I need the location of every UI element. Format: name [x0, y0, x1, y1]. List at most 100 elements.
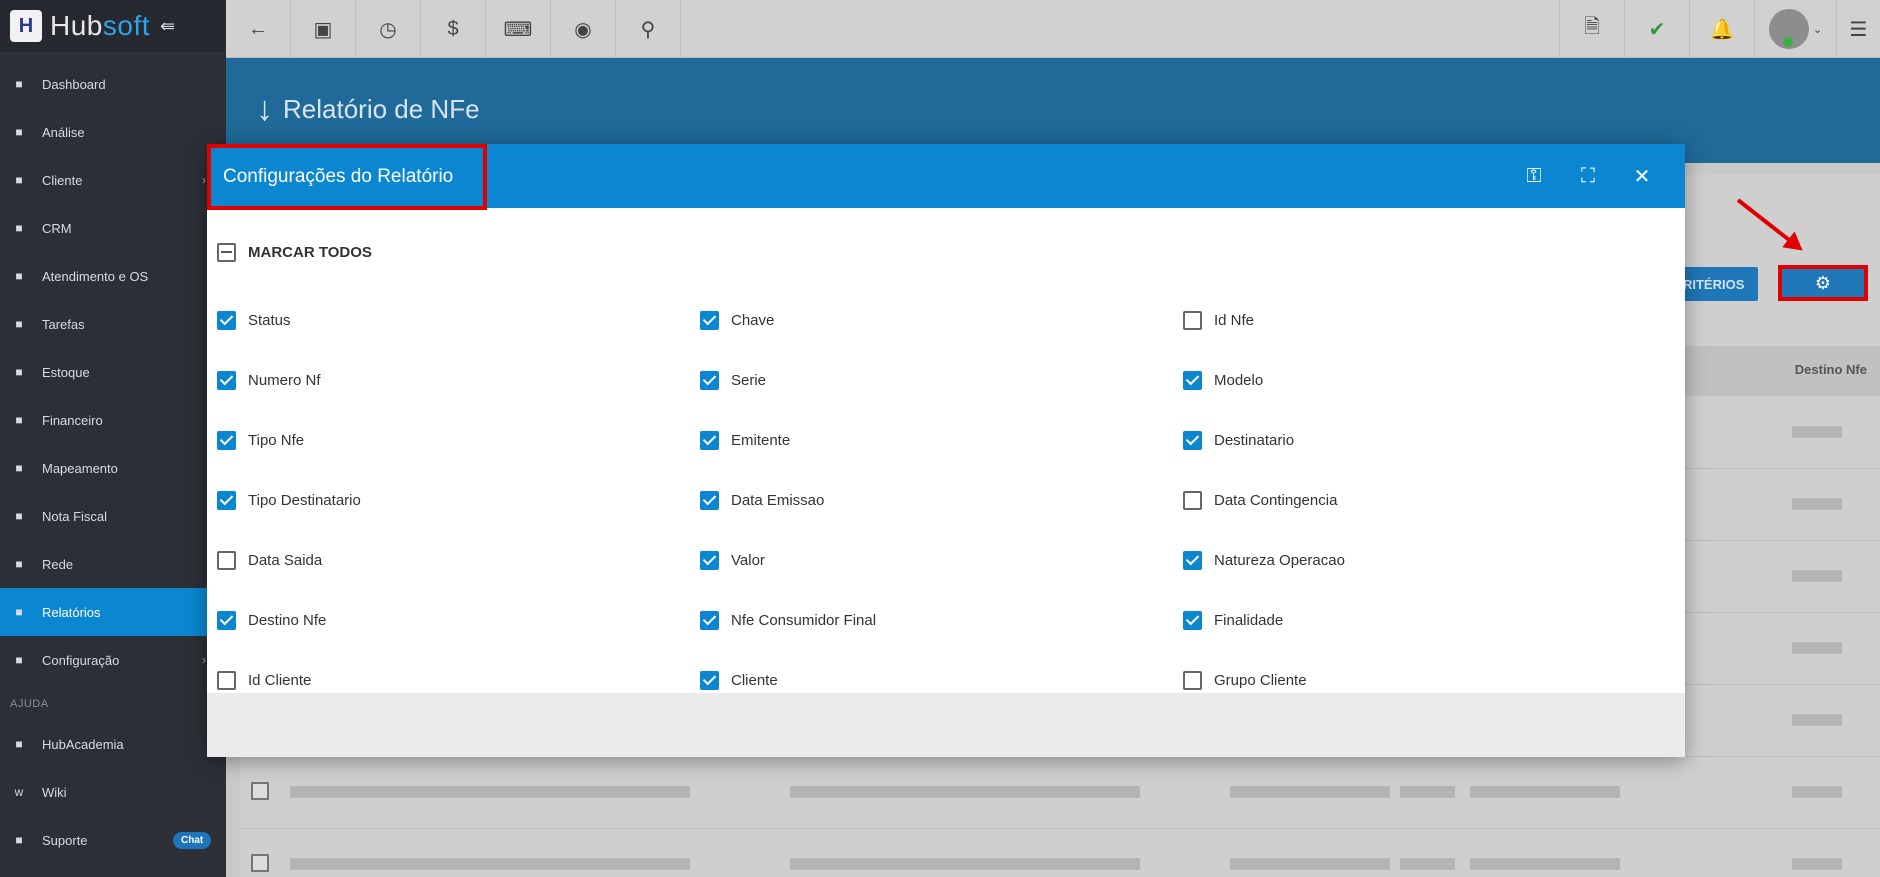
- contact-card-icon: ■: [15, 173, 23, 187]
- checked-checkbox-icon[interactable]: [217, 610, 236, 630]
- row-checkbox[interactable]: [251, 854, 269, 872]
- collapse-menu-icon[interactable]: ⇚: [160, 16, 175, 37]
- option-destino-nfe[interactable]: Destino Nfe: [217, 590, 700, 650]
- sidebar-item-tarefas[interactable]: ■ Tarefas: [0, 300, 226, 348]
- option-data-contingencia[interactable]: Data Contingencia: [1183, 470, 1666, 530]
- mark-all-checkbox[interactable]: MARCAR TODOS: [217, 230, 1685, 274]
- redacted-cell: [790, 786, 1140, 798]
- checked-checkbox-icon[interactable]: [217, 490, 236, 510]
- sidebar-item-rede[interactable]: ■ Rede: [0, 540, 226, 588]
- terminal-button[interactable]: ⌨: [486, 0, 551, 58]
- checked-checkbox-icon[interactable]: [700, 430, 719, 450]
- checked-checkbox-icon[interactable]: [700, 490, 719, 510]
- checked-checkbox-icon[interactable]: [700, 610, 719, 630]
- chevron-down-icon: ⌄: [1812, 23, 1823, 36]
- checked-checkbox-icon[interactable]: [1183, 430, 1202, 450]
- finance-button[interactable]: $: [421, 0, 486, 58]
- unchecked-checkbox-icon[interactable]: [1183, 490, 1202, 510]
- option-tipo-destinatario[interactable]: Tipo Destinatario: [217, 470, 700, 530]
- option-finalidade[interactable]: Finalidade: [1183, 590, 1666, 650]
- checked-checkbox-icon[interactable]: [700, 550, 719, 570]
- unchecked-checkbox-icon[interactable]: [1183, 670, 1202, 690]
- checked-checkbox-icon[interactable]: [700, 370, 719, 390]
- checked-checkbox-icon[interactable]: [217, 430, 236, 450]
- modal-header: Configurações do Relatório ⚿ ⛶ ✕: [207, 144, 1685, 210]
- chat-badge[interactable]: Chat: [173, 831, 212, 849]
- checked-checkbox-icon[interactable]: [1183, 550, 1202, 570]
- modal-title: Configurações do Relatório: [207, 144, 487, 210]
- sidebar-item-hubacademia[interactable]: ■ HubAcademia: [0, 720, 226, 768]
- option-tipo-nfe[interactable]: Tipo Nfe: [217, 410, 700, 470]
- close-icon[interactable]: ✕: [1629, 164, 1655, 189]
- option-label: Tipo Destinatario: [248, 491, 361, 509]
- sidebar-item-cliente[interactable]: ■ Cliente ›: [0, 156, 226, 204]
- option-emitente[interactable]: Emitente: [700, 410, 1183, 470]
- fullscreen-icon[interactable]: ⛶: [1575, 165, 1601, 188]
- checked-checkbox-icon[interactable]: [700, 310, 719, 330]
- option-modelo[interactable]: Modelo: [1183, 350, 1666, 410]
- option-status[interactable]: Status: [217, 290, 700, 350]
- option-natureza-operacao[interactable]: Natureza Operacao: [1183, 530, 1666, 590]
- sidebar-item-label: CRM: [42, 220, 72, 236]
- checked-checkbox-icon[interactable]: [217, 310, 236, 330]
- sidebar-item-estoque[interactable]: ■ Estoque: [0, 348, 226, 396]
- schedule-button[interactable]: ◷: [356, 0, 421, 58]
- sidebar-item-wiki[interactable]: w Wiki: [0, 768, 226, 816]
- topbar-right: 🗎 ✔ 🔔 ⌄ ☰: [1559, 0, 1880, 58]
- option-id-nfe[interactable]: Id Nfe: [1183, 290, 1666, 350]
- unchecked-checkbox-icon[interactable]: [1183, 310, 1202, 330]
- redacted-cell: [1792, 426, 1842, 438]
- option-chave[interactable]: Chave: [700, 290, 1183, 350]
- back-button[interactable]: ←: [226, 0, 291, 58]
- checked-checkbox-icon[interactable]: [1183, 610, 1202, 630]
- box-icon: ■: [15, 365, 23, 379]
- checked-checkbox-icon[interactable]: [217, 370, 236, 390]
- sidebar-item-crm[interactable]: ■ CRM: [0, 204, 226, 252]
- option-label: Destinatario: [1214, 431, 1295, 449]
- notifications-button[interactable]: 🔔: [1689, 0, 1754, 58]
- board-icon: ■: [15, 221, 23, 235]
- sidebar-item-label: HubAcademia: [42, 736, 124, 752]
- key-icon[interactable]: ⚿: [1521, 165, 1547, 188]
- sidebar-item-financeiro[interactable]: ■ Financeiro: [0, 396, 226, 444]
- option-label: Nfe Consumidor Final: [731, 611, 877, 629]
- logo[interactable]: H Hubsoft ⇚: [0, 0, 226, 52]
- gear-icon: ⚙: [1814, 272, 1832, 293]
- user-menu[interactable]: ⌄: [1754, 0, 1836, 58]
- unchecked-checkbox-icon[interactable]: [217, 670, 236, 690]
- sidebar-item-mapeamento[interactable]: ■ Mapeamento: [0, 444, 226, 492]
- option-data-emissao[interactable]: Data Emissao: [700, 470, 1183, 530]
- sidebar-item-dashboard[interactable]: ■ Dashboard: [0, 60, 226, 108]
- pdf-button[interactable]: 🗎: [1559, 0, 1624, 58]
- contacts-button[interactable]: ▣: [291, 0, 356, 58]
- option-valor[interactable]: Valor: [700, 530, 1183, 590]
- unchecked-checkbox-icon[interactable]: [217, 550, 236, 570]
- page-title: ↓ Relatório de NFe: [256, 90, 480, 128]
- sidebar-item-atendimento-e-os[interactable]: ■ Atendimento e OS: [0, 252, 226, 300]
- sidebar-item-label: Estoque: [42, 364, 90, 380]
- sidebar-item-configura-o[interactable]: ■ Configuração ›: [0, 636, 226, 684]
- report-settings-button[interactable]: ⚙: [1778, 265, 1868, 301]
- sidebar-item-nota-fiscal[interactable]: ■ Nota Fiscal: [0, 492, 226, 540]
- gear-icon: ■: [15, 653, 23, 667]
- sidebar-item-an-lise[interactable]: ■ Análise: [0, 108, 226, 156]
- checked-checkbox-icon[interactable]: [700, 670, 719, 690]
- row-checkbox[interactable]: [251, 782, 269, 800]
- option-label: Natureza Operacao: [1214, 551, 1345, 569]
- money-icon: ■: [15, 413, 23, 427]
- calendar-icon: ■: [15, 317, 23, 331]
- messages-button[interactable]: ✔: [1624, 0, 1689, 58]
- option-destinatario[interactable]: Destinatario: [1183, 410, 1666, 470]
- view-button[interactable]: ◉: [551, 0, 616, 58]
- search-button[interactable]: ⚲: [616, 0, 681, 58]
- option-numero-nf[interactable]: Numero Nf: [217, 350, 700, 410]
- option-nfe-consumidor-final[interactable]: Nfe Consumidor Final: [700, 590, 1183, 650]
- sidebar-item-suporte[interactable]: ■ Suporte Chat: [0, 816, 226, 864]
- indeterminate-checkbox-icon[interactable]: [217, 242, 236, 262]
- list-menu-button[interactable]: ☰: [1836, 0, 1880, 58]
- option-serie[interactable]: Serie: [700, 350, 1183, 410]
- sidebar-item-relat-rios[interactable]: ■ Relatórios: [0, 588, 226, 636]
- checked-checkbox-icon[interactable]: [1183, 370, 1202, 390]
- modal-actions: ⚿ ⛶ ✕: [1521, 144, 1655, 208]
- option-data-saida[interactable]: Data Saida: [217, 530, 700, 590]
